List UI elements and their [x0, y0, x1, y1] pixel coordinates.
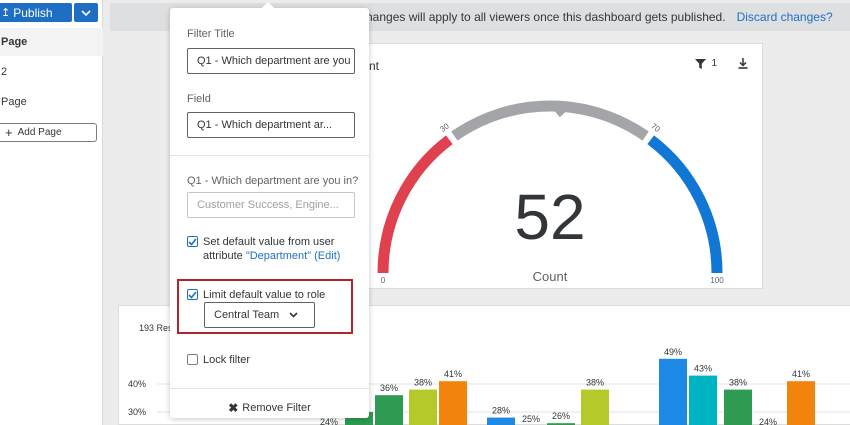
gauge-metric-label: Count — [533, 269, 568, 284]
bar[interactable] — [439, 381, 467, 425]
role-value: Central Team — [214, 309, 280, 321]
default-attribute-text: Set default value from user attribute "D… — [203, 235, 353, 263]
check-icon — [188, 290, 197, 299]
popover-arrow — [261, 2, 275, 9]
gauge-widget[interactable]: nt 1 0 30 70 100 52 Count — [316, 43, 763, 289]
filter-settings-popover: Filter Title Q1 - Which department are y… — [170, 2, 369, 418]
page-sidebar: ↥ Publish Page 2 Page + Add Page — [0, 0, 103, 425]
bar-value-label: 41% — [444, 369, 462, 379]
publish-button[interactable]: ↥ Publish — [0, 3, 72, 22]
sidebar-page-item[interactable]: 2 — [0, 58, 103, 86]
field-label: Field — [187, 93, 211, 105]
responses-count: 193 Res — [139, 323, 173, 333]
bar-value-label: 28% — [492, 406, 510, 416]
banner-text: hanges will apply to all viewers once th… — [366, 10, 726, 24]
bar-value-label: 24% — [759, 417, 777, 425]
chevron-down-icon — [289, 312, 298, 318]
department-edit-link[interactable]: "Department" (Edit) — [246, 250, 341, 262]
bar[interactable] — [375, 395, 403, 425]
bar[interactable] — [787, 381, 815, 425]
check-icon — [188, 237, 197, 246]
bar[interactable] — [581, 389, 609, 425]
gauge-chart: 0 30 70 100 52 Count — [377, 100, 724, 285]
bar-value-label: 38% — [729, 378, 747, 388]
divider — [170, 155, 369, 156]
publish-group: ↥ Publish — [0, 3, 98, 22]
bar[interactable] — [724, 389, 752, 425]
sidebar-page-item[interactable]: Page — [0, 28, 103, 56]
limit-role-label: Limit default value to role — [203, 289, 326, 301]
gauge-tick-label: 100 — [710, 276, 724, 285]
publish-options-button[interactable] — [74, 3, 98, 22]
bar-value-label: 24% — [320, 417, 338, 425]
add-page-label: Add Page — [17, 127, 62, 138]
sidebar-page-label: Page — [1, 96, 27, 108]
filter-title-label: Filter Title — [187, 28, 235, 40]
default-value-input[interactable]: Customer Success, Engine... — [187, 192, 355, 218]
sidebar-page-item[interactable]: Page — [0, 88, 103, 116]
bar-value-label: 26% — [552, 411, 570, 421]
limit-role-checkbox[interactable] — [187, 289, 198, 300]
bar[interactable] — [409, 389, 437, 425]
bar-value-label: 38% — [586, 378, 604, 388]
gauge-tick-label: 70 — [649, 122, 662, 135]
bar-value-label: 36% — [380, 383, 398, 393]
gauge-value-marker — [552, 108, 569, 118]
bar-value-label: 38% — [414, 378, 432, 388]
plus-icon: + — [5, 125, 13, 140]
discard-changes-link[interactable]: Discard changes? — [737, 10, 833, 24]
bar-value-label: 25% — [522, 414, 540, 424]
bar[interactable] — [487, 417, 515, 425]
role-dropdown[interactable]: Central Team — [204, 302, 315, 328]
filter-title-input[interactable]: Q1 - Which department are you — [187, 48, 355, 74]
question-label: Q1 - Which department are you in? — [187, 175, 359, 187]
sidebar-page-label: 2 — [1, 66, 8, 78]
gauge-high-segment — [647, 135, 723, 274]
lock-filter-checkbox[interactable] — [187, 354, 198, 365]
remove-filter-label: Remove Filter — [242, 402, 311, 414]
publish-label: Publish — [13, 5, 53, 20]
field-select[interactable]: Q1 - Which department ar... — [187, 112, 355, 138]
y-tick-label: 40% — [128, 379, 146, 389]
upload-icon: ↥ — [1, 7, 11, 19]
gauge-tick-label: 30 — [438, 121, 451, 134]
gauge-value: 52 — [514, 181, 585, 253]
bar-value-label: 43% — [694, 364, 712, 374]
gauge-tick-label: 0 — [381, 276, 386, 285]
gauge-mid-segment — [451, 100, 649, 141]
divider — [170, 388, 369, 389]
lock-filter-label: Lock filter — [203, 354, 251, 366]
bar-value-label: 41% — [792, 369, 810, 379]
bar[interactable] — [689, 375, 717, 425]
add-page-button[interactable]: + Add Page — [0, 123, 97, 142]
bar[interactable] — [659, 358, 687, 425]
y-tick-label: 30% — [128, 407, 146, 417]
gauge-low-segment — [377, 135, 453, 274]
default-attribute-checkbox[interactable] — [187, 236, 198, 247]
bar-value-label: 49% — [664, 347, 682, 357]
close-icon: ✖ — [228, 401, 239, 415]
chevron-down-icon — [81, 9, 91, 16]
sidebar-page-label: Page — [1, 36, 28, 48]
remove-filter-button[interactable]: ✖ Remove Filter — [170, 398, 369, 418]
